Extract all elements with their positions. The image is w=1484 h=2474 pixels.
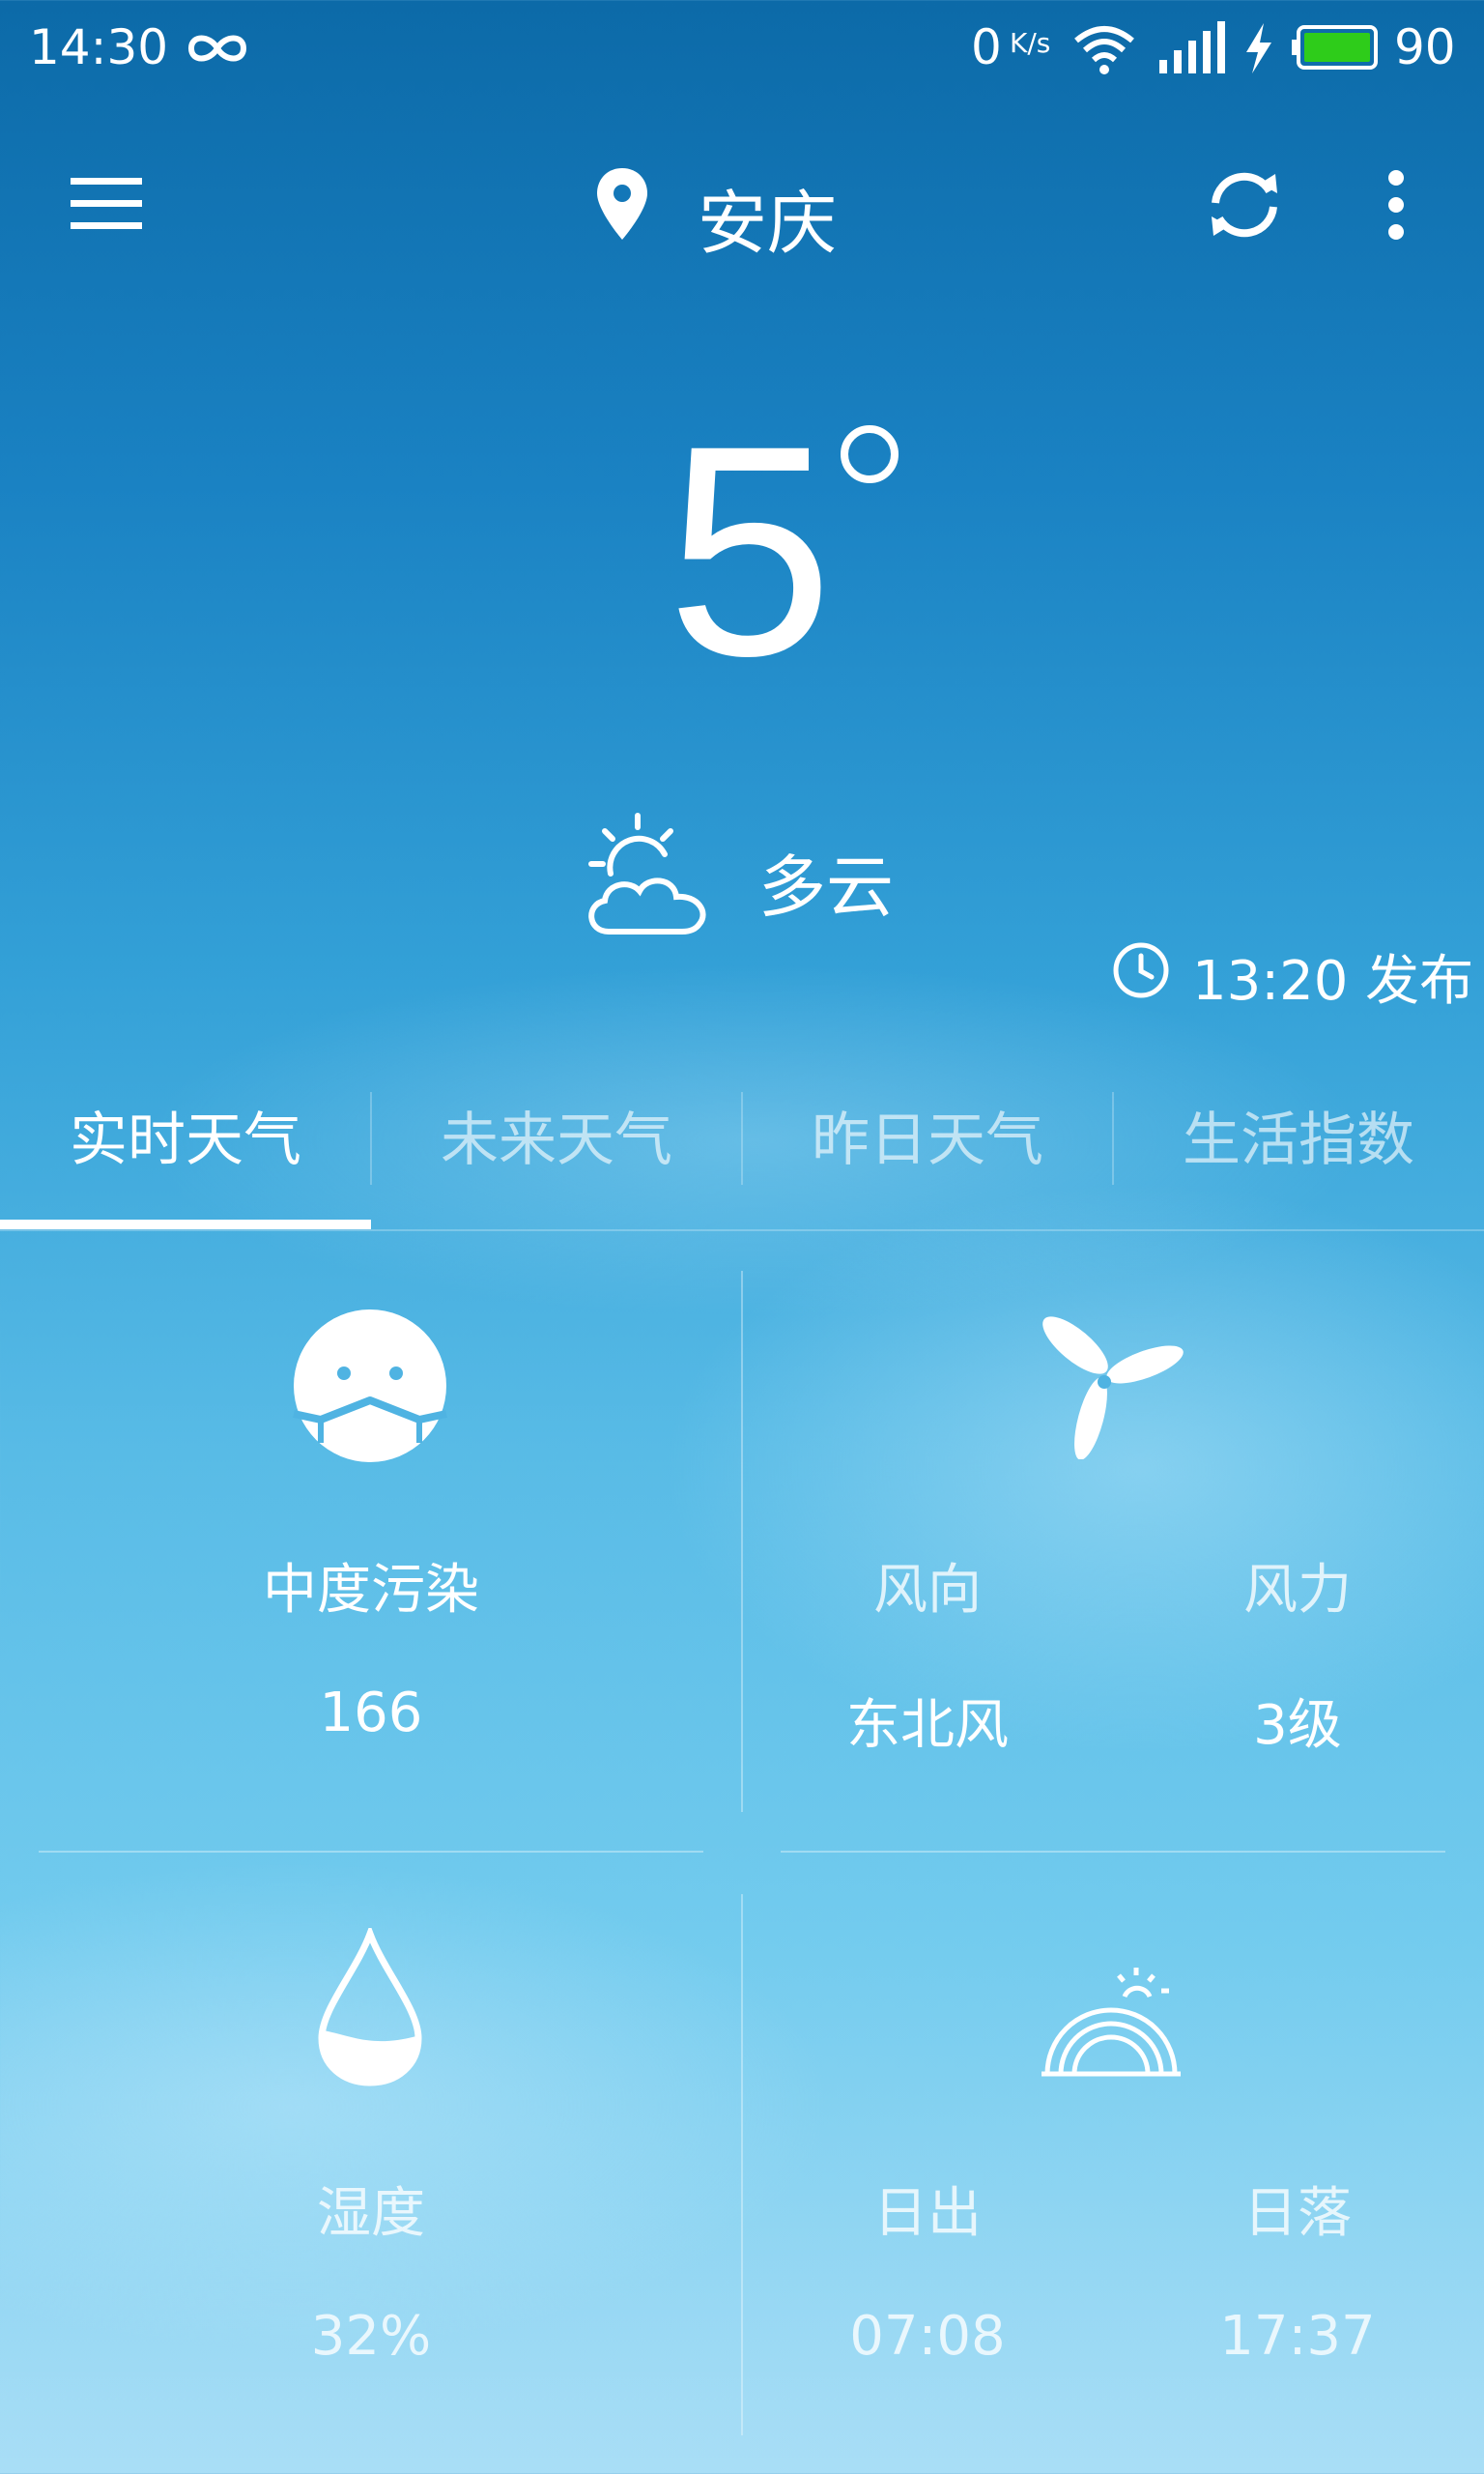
humidity-label: 湿度: [317, 2182, 425, 2245]
wind-turbine-icon: [1042, 1316, 1184, 1459]
weather-condition: 多云: [758, 848, 894, 927]
grid-divider-horizontal: [781, 1851, 1445, 1853]
tab-divider: [741, 1092, 743, 1185]
tab-forecast[interactable]: 未来天气: [371, 1082, 742, 1198]
air-quality-label: 中度污染: [263, 1559, 479, 1622]
sunset-label: 日落: [1243, 2182, 1352, 2245]
net-speed-unit: K/s: [1010, 27, 1051, 59]
publish-time: 13:20 发布: [1192, 950, 1474, 1013]
net-speed: 0: [971, 19, 1002, 75]
tab-divider: [1112, 1092, 1114, 1185]
tab-divider: [370, 1092, 372, 1185]
tab-yesterday[interactable]: 昨日天气: [742, 1082, 1113, 1198]
status-time: 14:30: [29, 19, 169, 75]
sunrise-label: 日出: [873, 2182, 982, 2245]
air-quality-value: 166: [319, 1682, 423, 1744]
clock-icon: [1113, 942, 1169, 998]
location-pin-icon: [597, 168, 647, 240]
tab-life-index[interactable]: 生活指数: [1113, 1082, 1484, 1198]
tab-indicator: [0, 1220, 371, 1229]
mask-face-icon: [293, 1309, 447, 1462]
status-bar: 14:30 0 K/s 90: [0, 0, 1484, 97]
signal-icon: [1159, 21, 1225, 73]
tab-bar-divider: [0, 1229, 1484, 1231]
infinity-icon: [187, 35, 247, 62]
wind-force-label: 风力: [1243, 1559, 1352, 1622]
menu-icon[interactable]: [53, 164, 159, 242]
degree-symbol: [841, 425, 899, 483]
wifi-icon: [1074, 26, 1134, 74]
battery-percent: 90: [1394, 19, 1456, 75]
tab-realtime[interactable]: 实时天气: [0, 1082, 371, 1198]
wind-force-value: 3级: [1253, 1694, 1342, 1757]
charging-icon: [1246, 23, 1271, 73]
sunset-value: 17:37: [1219, 2305, 1376, 2368]
grid-divider-horizontal: [39, 1851, 703, 1853]
water-drop-icon: [318, 1928, 422, 2086]
sunrise-value: 07:08: [849, 2305, 1006, 2368]
partly-cloudy-icon: [588, 813, 706, 935]
humidity-value: 32%: [310, 2305, 432, 2368]
battery-icon: [1292, 25, 1378, 70]
wind-direction-value: 东北风: [846, 1694, 1009, 1757]
current-temperature: 5: [667, 383, 834, 718]
city-name[interactable]: 安庆: [698, 166, 837, 268]
wind-direction-label: 风向: [873, 1559, 982, 1622]
sunrise-icon: [1042, 1968, 1181, 2077]
more-vert-icon[interactable]: [1367, 164, 1425, 245]
refresh-icon[interactable]: [1198, 164, 1291, 245]
